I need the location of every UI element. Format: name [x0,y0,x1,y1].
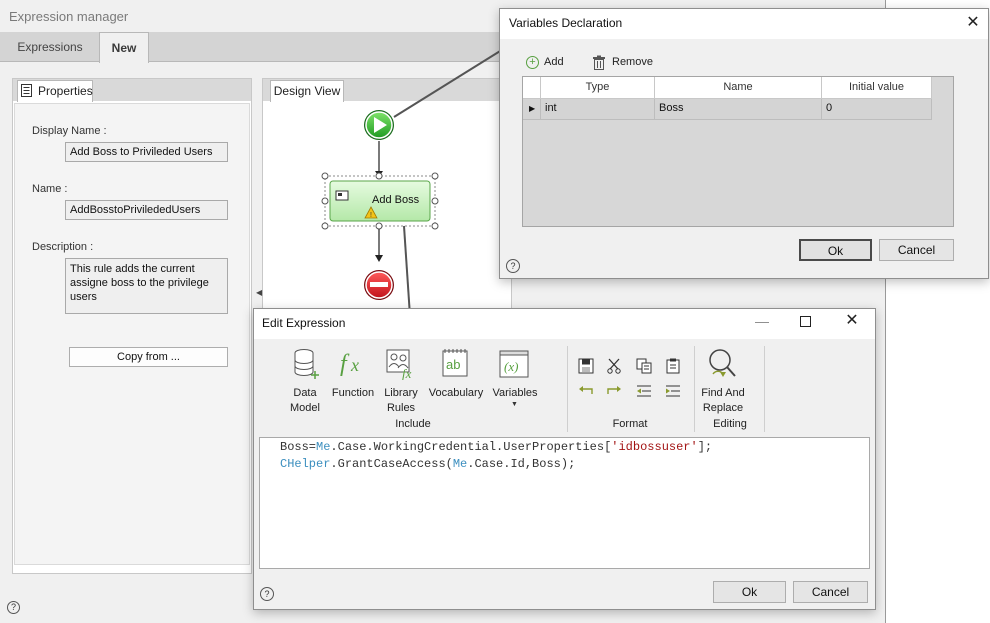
add-button[interactable]: Add [544,56,564,68]
format-group-label: Format [612,418,648,430]
table-cell-initial-value[interactable]: 0 [822,99,932,120]
copy-icon[interactable] [636,358,652,374]
add-icon[interactable]: + [526,56,539,69]
trash-icon[interactable] [592,55,606,70]
ok-button[interactable]: Ok [713,581,786,603]
undo-icon[interactable] [578,384,594,398]
dialog-title: Edit Expression [262,316,346,330]
splitter-handle[interactable]: ◀ [256,288,262,297]
name-field[interactable]: AddBosstoPrivilededUsers [65,200,228,220]
help-icon[interactable]: ? [506,259,520,273]
tab-new[interactable]: New [99,32,149,63]
include-group-label: Include [395,418,431,430]
close-icon[interactable]: ✕ [963,13,983,33]
table-cell-name[interactable]: Boss [655,99,822,120]
editing-group-label: Editing [713,418,747,430]
properties-icon [21,84,32,97]
code-line-2: CHelper.GrantCaseAccess(Me.Case.Id,Boss)… [280,457,576,471]
code-line-1: Boss=Me.Case.WorkingCredential.UserPrope… [280,440,713,454]
window-title: Expression manager [9,9,129,24]
variables-button[interactable]: Variables [489,386,541,401]
find-replace-icon[interactable] [706,348,738,380]
row-selector-icon[interactable]: ▶ [523,99,541,120]
function-button[interactable]: Function [328,386,378,401]
indent-icon[interactable] [665,384,681,398]
vocabulary-button[interactable]: Vocabulary [426,386,486,401]
ribbon-separator [694,346,695,432]
dialog-titlebar [254,309,875,339]
cancel-button[interactable]: Cancel [879,239,954,261]
column-header-type[interactable]: Type [541,77,655,99]
properties-content [14,103,250,565]
column-header-initial-value[interactable]: Initial value [822,77,932,99]
help-icon[interactable]: ? [7,601,20,614]
tab-expressions[interactable]: Expressions [6,32,94,62]
close-icon[interactable]: ✕ [842,311,862,331]
svg-text:(x): (x) [504,359,518,374]
ribbon-separator [567,346,568,432]
tab-properties-label: Properties [38,84,93,98]
copy-from-button[interactable]: Copy from ... [69,347,228,367]
ok-button[interactable]: Ok [799,239,872,261]
tab-design-view[interactable]: Design View [270,80,344,102]
function-icon[interactable]: f x [338,348,368,378]
dialog-title: Variables Declaration [509,16,623,30]
help-icon[interactable]: ? [260,587,274,601]
svg-text:!: ! [370,212,372,219]
data-model-button[interactable]: Data Model [282,386,328,416]
column-header-name[interactable]: Name [655,77,822,99]
remove-button[interactable]: Remove [612,56,653,68]
svg-text:f: f [340,351,350,377]
minimize-icon[interactable]: — [752,312,772,332]
vocabulary-icon[interactable]: ab [441,348,469,378]
svg-text:x: x [350,355,359,375]
chevron-down-icon[interactable]: ▼ [511,401,518,408]
library-rules-button[interactable]: Library Rules [378,386,424,416]
maximize-icon[interactable] [800,316,811,327]
find-and-replace-button[interactable]: Find And Replace [697,386,749,416]
cut-icon[interactable] [606,358,622,374]
paste-icon[interactable] [665,358,681,374]
library-rules-icon[interactable]: fx [385,348,417,380]
variables-icon[interactable]: (x) [499,350,529,378]
ribbon-separator [764,346,765,432]
table-cell-type[interactable]: int [541,99,655,120]
svg-text:fx: fx [402,366,412,380]
description-label: Description : [32,241,94,253]
grid-header-gutter [523,77,541,99]
database-icon[interactable] [292,348,320,380]
cancel-button[interactable]: Cancel [793,581,868,603]
display-name-field[interactable]: Add Boss to Privileded Users [65,142,228,162]
svg-text:ab: ab [446,357,460,372]
description-field[interactable]: This rule adds the current assigne boss … [65,258,228,314]
redo-icon[interactable] [606,384,622,398]
display-name-label: Display Name : [32,125,107,137]
outdent-icon[interactable] [636,384,652,398]
name-label: Name : [32,183,68,195]
save-icon[interactable] [578,358,594,374]
